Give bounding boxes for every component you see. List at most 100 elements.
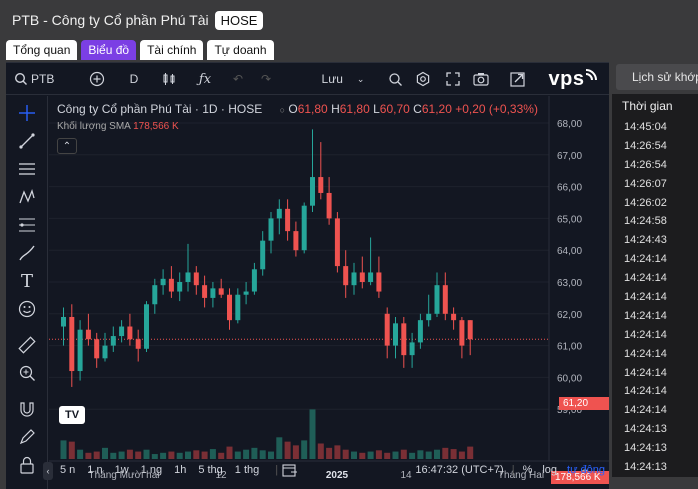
time-row: 14:24:13 bbox=[624, 442, 667, 455]
tab-chart[interactable]: Biểu đồ bbox=[81, 40, 137, 60]
interval-button[interactable]: D bbox=[124, 63, 144, 95]
text-tool[interactable]: T bbox=[16, 270, 38, 292]
range-5d[interactable]: 5 n bbox=[60, 464, 75, 476]
time-row: 14:24:14 bbox=[624, 385, 667, 398]
candle-body bbox=[334, 218, 340, 267]
legend-high: 61,80 bbox=[339, 102, 370, 116]
bottom-toolbar: 5 n 1 n 1w 1 ng 1h 5 thg 1 thg | 16:47:3… bbox=[49, 459, 609, 481]
fib-tool[interactable] bbox=[16, 214, 38, 236]
pencil-lock-icon bbox=[19, 429, 35, 445]
time-row: 14:24:14 bbox=[624, 253, 667, 266]
history-button[interactable]: Lịch sử khớp bbox=[616, 64, 698, 90]
log-toggle[interactable]: log bbox=[542, 464, 557, 476]
volume-legend: Khối lượng SMA 178,566 K bbox=[57, 121, 179, 132]
external-link-button[interactable] bbox=[506, 63, 528, 95]
fullscreen-button[interactable] bbox=[442, 63, 464, 95]
volume-bar bbox=[400, 449, 407, 459]
range-1d[interactable]: 1 n bbox=[87, 464, 102, 476]
chart-type-button[interactable] bbox=[158, 63, 180, 95]
volume-bar bbox=[201, 451, 208, 459]
volume-bar bbox=[375, 450, 382, 459]
candle-body bbox=[467, 320, 473, 340]
time-row: 14:24:14 bbox=[624, 291, 667, 304]
volume-bar bbox=[467, 446, 474, 459]
volume-bar bbox=[334, 445, 341, 459]
tab-overview[interactable]: Tổng quan bbox=[6, 40, 78, 60]
fullscreen-icon bbox=[446, 72, 460, 86]
trade-history-panel: Lịch sử khớp Thời gian 14:45:04 14:26:54 1… bbox=[612, 62, 698, 489]
indicators-button[interactable]: ƒx bbox=[194, 63, 216, 95]
price-tick-label: 63,00 bbox=[557, 278, 582, 289]
candle-body bbox=[260, 240, 266, 270]
volume-bar bbox=[301, 440, 308, 459]
stock-title: PTB - Công ty Cổ phần Phú Tài bbox=[12, 12, 209, 28]
brush-tool[interactable] bbox=[16, 242, 38, 264]
legend-o-label: O bbox=[288, 102, 298, 116]
settings-button[interactable] bbox=[412, 63, 434, 95]
redo-button[interactable]: ↷ bbox=[256, 63, 276, 95]
candle-body bbox=[177, 282, 183, 292]
volume-bar bbox=[126, 449, 133, 459]
candle-body bbox=[77, 329, 83, 372]
percent-toggle[interactable]: % bbox=[523, 464, 533, 476]
trendline-tool[interactable] bbox=[16, 130, 38, 152]
range-1ng[interactable]: 1 ng bbox=[141, 464, 162, 476]
collapse-legend-button[interactable]: ⌃ bbox=[57, 138, 77, 154]
candle-body bbox=[144, 304, 149, 349]
lock-drawings-tool[interactable] bbox=[16, 426, 38, 448]
legend-symbol: Công ty Cổ phần Phú Tài · 1D · HOSE bbox=[57, 102, 263, 116]
candle-body bbox=[359, 272, 365, 282]
crosshair-tool[interactable] bbox=[16, 102, 38, 124]
candle-body bbox=[119, 326, 125, 337]
symbol-search[interactable]: PTB bbox=[14, 63, 60, 95]
candle-body bbox=[193, 272, 199, 286]
volume-bar bbox=[234, 451, 241, 459]
date-range-icon[interactable] bbox=[282, 463, 298, 477]
volume-bar bbox=[118, 451, 125, 459]
ruler-icon bbox=[18, 336, 36, 354]
redo-icon: ↷ bbox=[260, 72, 272, 86]
volume-bar bbox=[102, 447, 108, 459]
volume-bar bbox=[243, 449, 250, 459]
candle-body bbox=[351, 272, 357, 286]
range-1w[interactable]: 1w bbox=[115, 464, 129, 476]
lock-tool[interactable] bbox=[16, 454, 38, 476]
compare-button[interactable] bbox=[86, 63, 108, 95]
candle-body bbox=[376, 272, 382, 292]
range-5m[interactable]: 5 thg bbox=[198, 464, 222, 476]
legend-h-label: H bbox=[331, 102, 340, 116]
tab-proprietary[interactable]: Tự doanh bbox=[207, 40, 274, 60]
chart-plot-area[interactable]: 68,00 67,00 66,00 65,00 64,00 63,00 62,00 61,00… bbox=[49, 96, 609, 489]
quick-search-button[interactable] bbox=[384, 63, 406, 95]
undo-icon: ↶ bbox=[232, 72, 244, 86]
brand-label: vps bbox=[548, 67, 585, 90]
screenshot-button[interactable] bbox=[470, 63, 492, 95]
undo-button[interactable]: ↶ bbox=[228, 63, 248, 95]
candle-body bbox=[442, 285, 448, 314]
magnet-tool[interactable] bbox=[16, 398, 38, 420]
candle-body bbox=[417, 320, 423, 343]
pattern-icon bbox=[19, 188, 35, 204]
price-tick-label: 60,00 bbox=[557, 373, 582, 384]
candles-icon bbox=[163, 73, 175, 85]
candlestick-chart: 68,00 67,00 66,00 65,00 64,00 63,00 62,00 61,00… bbox=[49, 96, 609, 481]
save-button[interactable]: Lưu ⌄ bbox=[318, 63, 368, 95]
candle-body bbox=[301, 205, 307, 251]
symbol-label: PTB bbox=[31, 72, 55, 86]
range-1h[interactable]: 1h bbox=[174, 464, 186, 476]
magnet-icon bbox=[20, 402, 34, 417]
legend-open: 61,80 bbox=[297, 102, 328, 116]
time-header: Thời gian bbox=[612, 94, 698, 118]
tradingview-logo[interactable]: TV bbox=[59, 406, 85, 424]
zoom-tool[interactable] bbox=[16, 362, 38, 384]
range-1m[interactable]: 1 thg bbox=[235, 464, 259, 476]
auto-toggle[interactable]: tự động bbox=[567, 464, 605, 476]
measure-tool[interactable] bbox=[16, 334, 38, 356]
emoji-tool[interactable] bbox=[16, 298, 38, 320]
trendline-icon bbox=[19, 133, 35, 149]
horizontal-lines-tool[interactable] bbox=[16, 158, 38, 180]
tab-finance[interactable]: Tài chính bbox=[140, 40, 204, 60]
time-row: 14:26:54 bbox=[624, 158, 667, 171]
clock-label[interactable]: 16:47:32 (UTC+7) bbox=[415, 464, 503, 476]
pattern-tool[interactable] bbox=[16, 186, 38, 208]
